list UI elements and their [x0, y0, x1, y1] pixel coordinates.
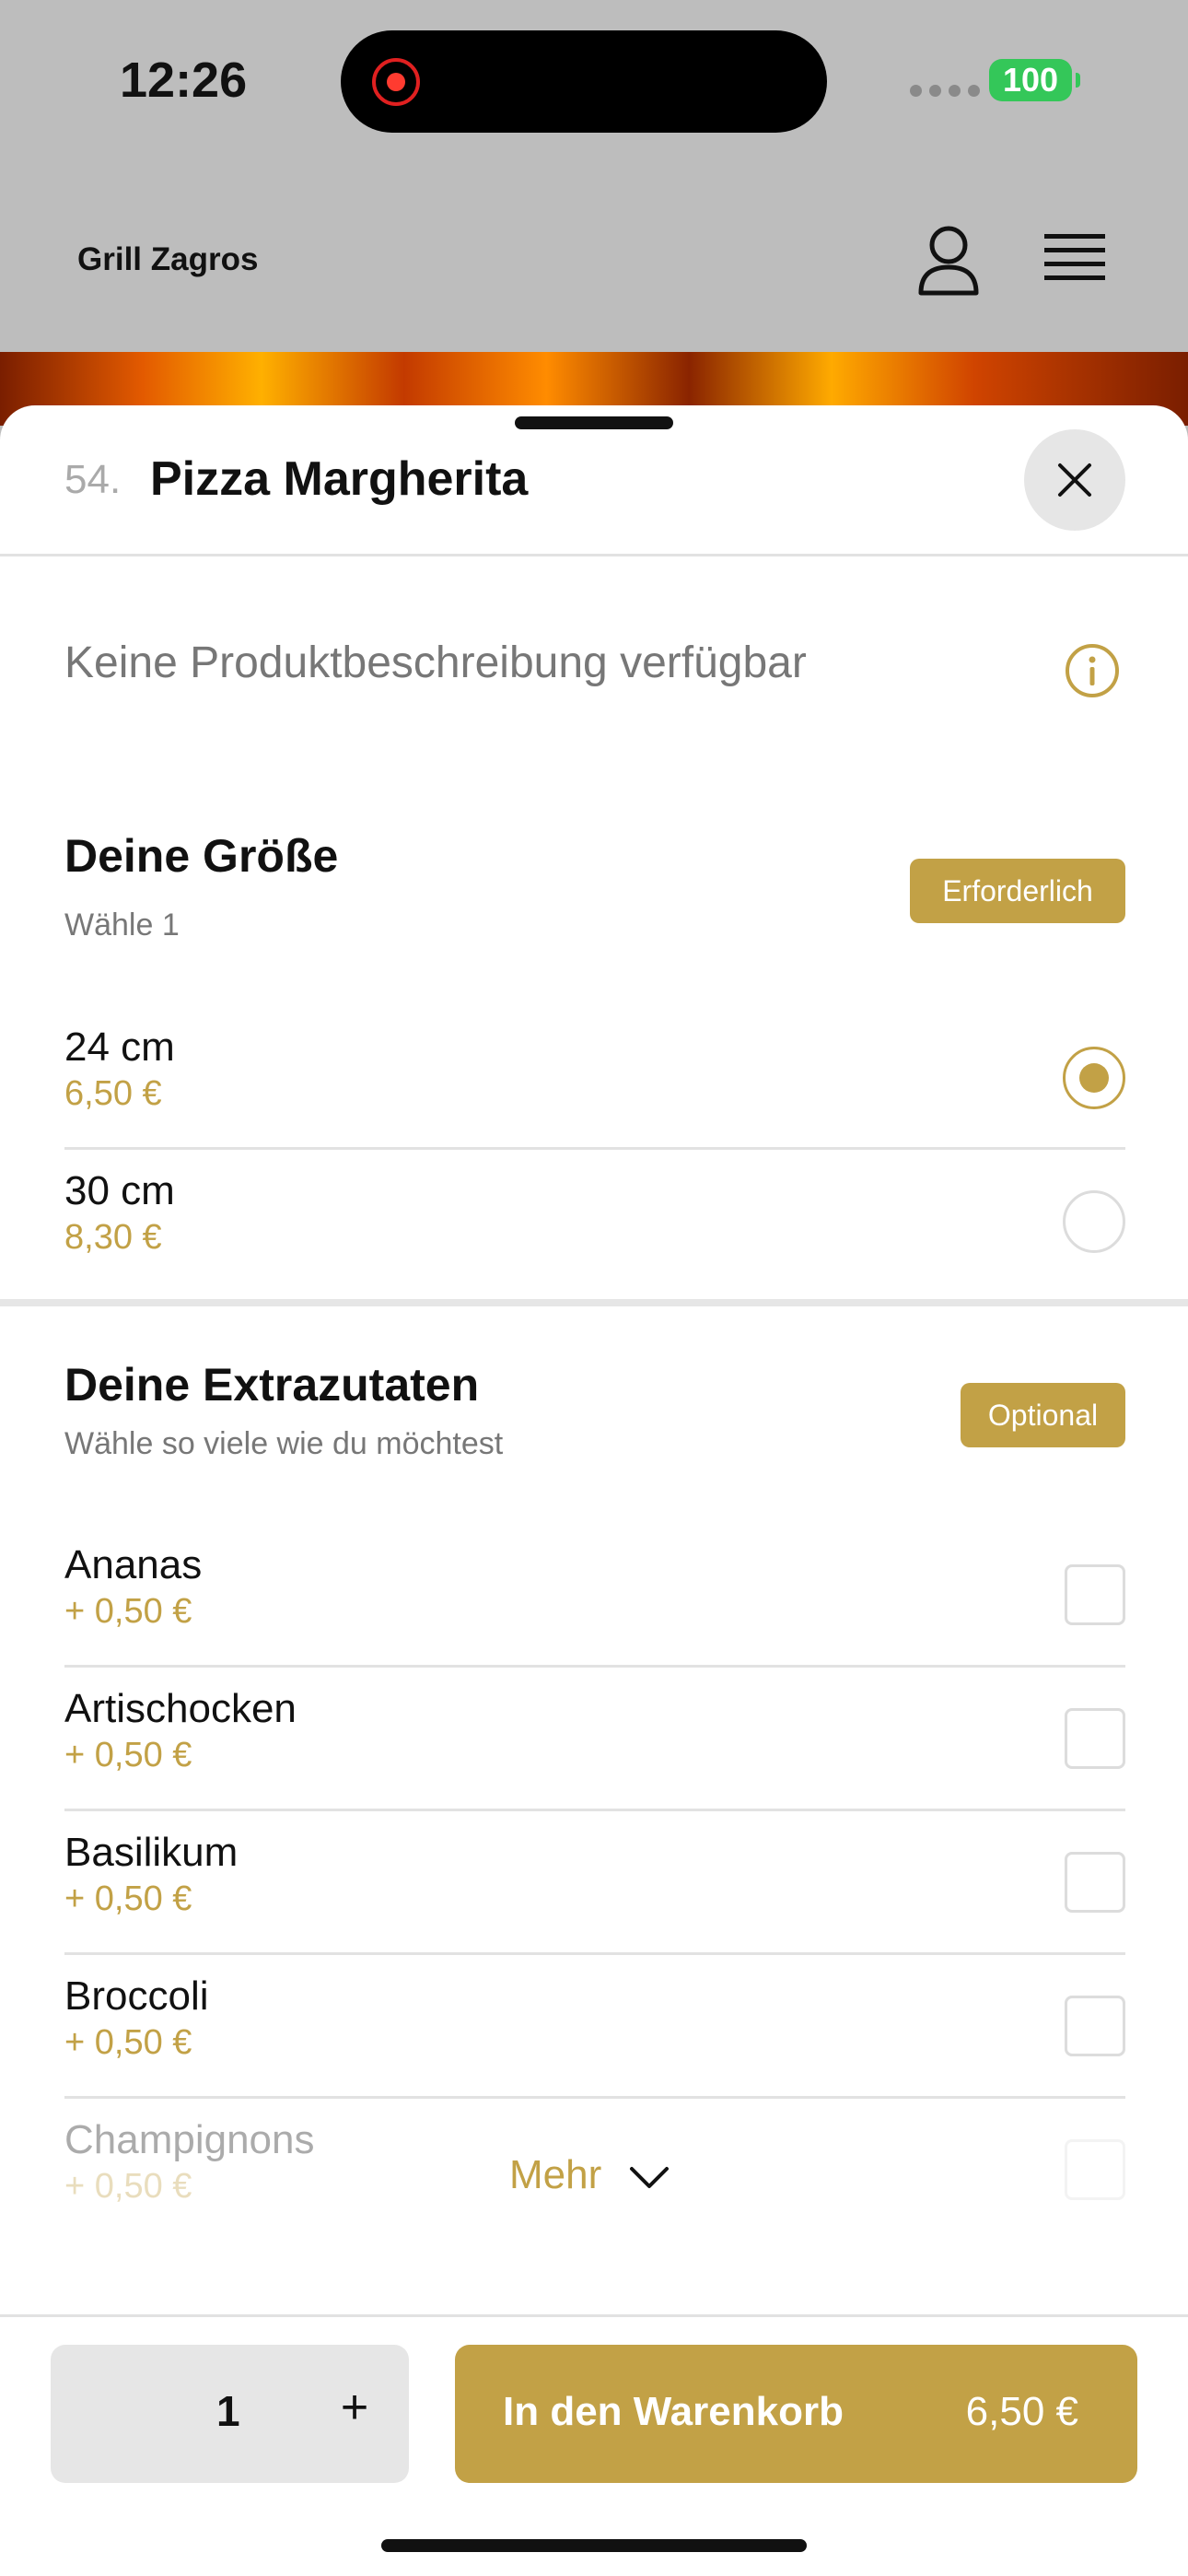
- extras-section-title: Deine Extrazutaten: [64, 1359, 480, 1411]
- product-description: Keine Produktbeschreibung verfügbar: [64, 638, 807, 687]
- product-title: Pizza Margherita: [150, 452, 529, 506]
- option-name: 30 cm: [64, 1168, 175, 1213]
- close-icon: [1058, 463, 1091, 497]
- option-name: 24 cm: [64, 1025, 175, 1070]
- option-name: Champignons: [64, 2117, 315, 2162]
- option-price: + 0,50 €: [64, 1879, 192, 1918]
- option-price: + 0,50 €: [64, 2167, 192, 2206]
- extra-option-basilikum[interactable]: Basilikum + 0,50 €: [64, 1811, 1125, 1955]
- option-name: Broccoli: [64, 1973, 209, 2019]
- user-icon[interactable]: [915, 223, 982, 297]
- extra-option-artischocken[interactable]: Artischocken + 0,50 €: [64, 1668, 1125, 1811]
- product-sheet: 54. Pizza Margherita Keine Produktbeschr…: [0, 405, 1188, 2576]
- required-badge: Erforderlich: [910, 859, 1125, 923]
- close-button[interactable]: [1024, 429, 1125, 531]
- extra-option-ananas[interactable]: Ananas + 0,50 €: [64, 1524, 1125, 1668]
- option-price: + 0,50 €: [64, 1736, 192, 1774]
- checkbox[interactable]: [1065, 1996, 1125, 2056]
- product-number: 54.: [64, 457, 122, 502]
- option-name: Ananas: [64, 1542, 203, 1587]
- checkbox[interactable]: [1065, 2139, 1125, 2200]
- optional-badge: Optional: [961, 1383, 1125, 1447]
- menu-icon[interactable]: [1044, 230, 1105, 287]
- radio-selected[interactable]: [1063, 1047, 1125, 1109]
- quantity-stepper[interactable]: 1 +: [51, 2345, 409, 2483]
- option-name: Basilikum: [64, 1830, 239, 1875]
- cart-footer: 1 + In den Warenkorb 6,50 €: [0, 2314, 1188, 2576]
- option-price: + 0,50 €: [64, 2023, 192, 2062]
- info-icon[interactable]: [1065, 643, 1120, 698]
- extra-option-broccoli[interactable]: Broccoli + 0,50 €: [64, 1955, 1125, 2099]
- size-section-title: Deine Größe: [64, 830, 339, 882]
- checkbox[interactable]: [1065, 1708, 1125, 1769]
- checkbox[interactable]: [1065, 1852, 1125, 1913]
- option-price: 8,30 €: [64, 1218, 162, 1257]
- add-to-cart-price: 6,50 €: [965, 2389, 1078, 2434]
- more-button[interactable]: Mehr: [509, 2145, 693, 2209]
- radio-unselected[interactable]: [1063, 1190, 1125, 1253]
- quantity-increase-button[interactable]: +: [327, 2380, 382, 2435]
- add-to-cart-button[interactable]: In den Warenkorb 6,50 €: [455, 2345, 1137, 2483]
- extras-section-subtitle: Wähle so viele wie du möchtest: [64, 1426, 504, 1461]
- size-option-24[interactable]: 24 cm 6,50 €: [64, 1006, 1125, 1150]
- option-price: + 0,50 €: [64, 1592, 192, 1631]
- status-bar: 12:26 100: [0, 0, 1188, 166]
- recording-icon: [372, 58, 420, 106]
- signal-icon: [910, 85, 980, 97]
- add-to-cart-label: In den Warenkorb: [503, 2389, 844, 2434]
- battery-icon: 100: [989, 59, 1080, 101]
- app-header: Grill Zagros: [0, 166, 1188, 352]
- size-section-subtitle: Wähle 1: [64, 907, 180, 943]
- more-label: Mehr: [509, 2152, 602, 2197]
- quantity-value: 1: [216, 2387, 240, 2435]
- home-indicator[interactable]: [381, 2539, 807, 2552]
- product-title-row: 54. Pizza Margherita: [0, 405, 1188, 556]
- status-time: 12:26: [120, 53, 248, 108]
- size-option-30[interactable]: 30 cm 8,30 €: [64, 1150, 1125, 1294]
- dynamic-island: [341, 30, 827, 133]
- section-divider: [0, 1299, 1188, 1306]
- chevron-down-icon: [630, 2167, 669, 2188]
- checkbox[interactable]: [1065, 1564, 1125, 1625]
- option-price: 6,50 €: [64, 1074, 162, 1113]
- option-name: Artischocken: [64, 1686, 297, 1731]
- brand-name[interactable]: Grill Zagros: [77, 241, 258, 278]
